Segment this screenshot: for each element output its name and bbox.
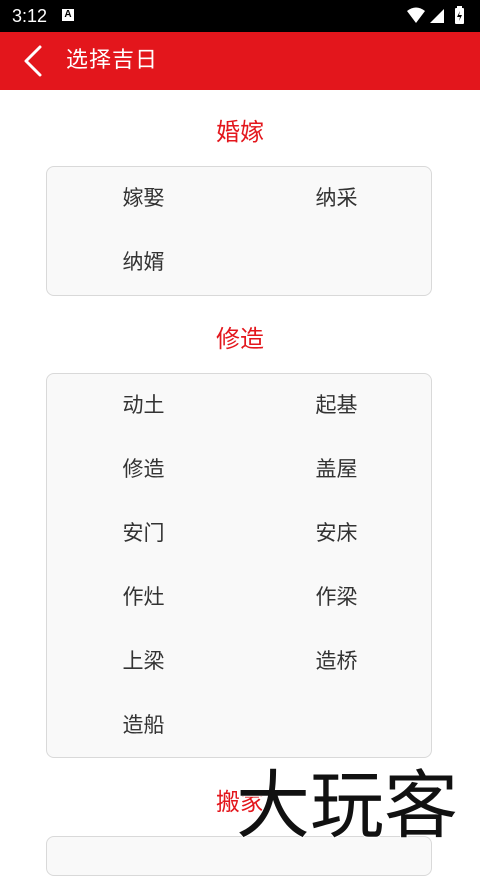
item-nacai[interactable]: 纳采 bbox=[240, 183, 433, 213]
app-bar: 选择吉日 bbox=[0, 32, 480, 90]
item-naxu[interactable]: 纳婿 bbox=[47, 247, 240, 277]
item-jiaqu[interactable]: 嫁娶 bbox=[47, 183, 240, 213]
watermark-text: 大玩客 bbox=[235, 762, 459, 850]
item-zuoliang[interactable]: 作梁 bbox=[240, 582, 433, 612]
watermark-logo: 大玩客 bbox=[232, 762, 480, 853]
section-title-construction: 修造 bbox=[216, 325, 264, 353]
notification-icon: A bbox=[62, 9, 74, 21]
cellular-signal-icon bbox=[430, 9, 444, 23]
item-shangliang[interactable]: 上梁 bbox=[47, 646, 240, 676]
section-title-marriage: 婚嫁 bbox=[216, 118, 264, 146]
item-anchuang[interactable]: 安床 bbox=[240, 518, 433, 548]
chevron-left-icon bbox=[24, 45, 42, 77]
item-dongtu[interactable]: 动土 bbox=[47, 390, 240, 420]
page-title: 选择吉日 bbox=[66, 48, 159, 73]
item-zuozao[interactable]: 作灶 bbox=[47, 582, 240, 612]
status-icons bbox=[407, 6, 464, 24]
status-bar: 3:12 A bbox=[0, 0, 480, 32]
card-construction: 动土 起基 修造 盖屋 安门 安床 作灶 作梁 上梁 造桥 造船 bbox=[46, 373, 432, 758]
item-xiuzao[interactable]: 修造 bbox=[47, 454, 240, 484]
item-qiji[interactable]: 起基 bbox=[240, 390, 433, 420]
item-anmen[interactable]: 安门 bbox=[47, 518, 240, 548]
status-time: 3:12 bbox=[12, 6, 48, 26]
back-button[interactable] bbox=[14, 41, 54, 81]
item-zaochuan[interactable]: 造船 bbox=[47, 710, 240, 740]
wifi-icon bbox=[407, 7, 425, 23]
item-gaiwu[interactable]: 盖屋 bbox=[240, 454, 433, 484]
battery-charging-icon bbox=[455, 6, 464, 24]
card-marriage: 嫁娶 纳采 纳婿 bbox=[46, 166, 432, 296]
item-zaoqiao[interactable]: 造桥 bbox=[240, 646, 433, 676]
